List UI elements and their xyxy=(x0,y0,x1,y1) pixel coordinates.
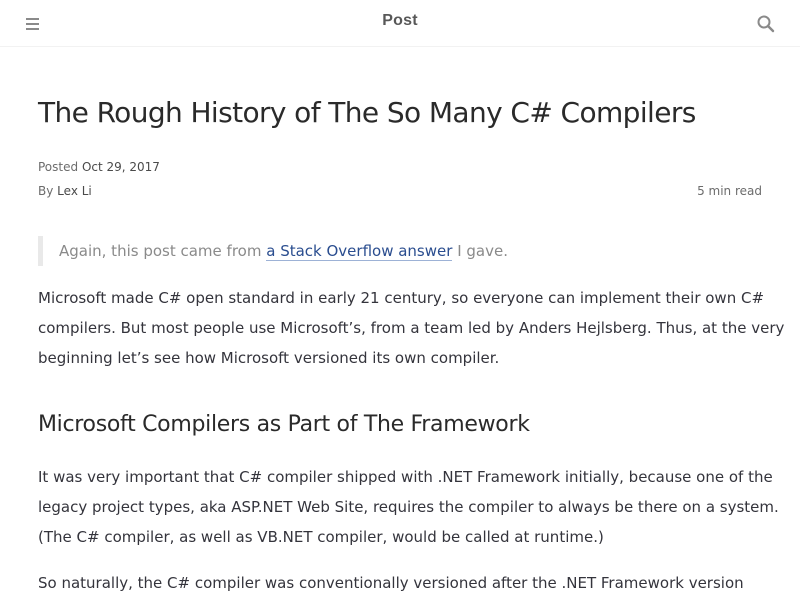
posted-date: Oct 29, 2017 xyxy=(81,160,160,174)
paragraph-line: compilers. But most people use Microsoft… xyxy=(38,319,785,337)
paragraph-line: (The C# compiler, as well as VB.NET comp… xyxy=(38,528,604,546)
paragraph-intro: Microsoft made C# open standard in early… xyxy=(38,283,785,373)
paragraph-framework: It was very important that C# compiler s… xyxy=(38,462,779,552)
post-date-meta: Posted Oct 29, 2017 xyxy=(38,160,160,174)
post-author-meta: By Lex Li xyxy=(38,184,92,198)
quote-text-after: I gave. xyxy=(457,242,508,260)
search-icon[interactable] xyxy=(756,14,776,34)
author-name: Lex Li xyxy=(57,184,92,198)
paragraph-versioning: So naturally, the C# compiler was conven… xyxy=(38,568,762,598)
top-bar: Post xyxy=(0,0,800,47)
post-title: The Rough History of The So Many C# Comp… xyxy=(38,96,696,129)
stack-overflow-answer-link[interactable]: a Stack Overflow answer xyxy=(266,242,453,261)
read-time: 5 min read xyxy=(697,184,762,198)
paragraph-line: beginning let’s see how Microsoft versio… xyxy=(38,349,500,367)
paragraph-line: It was very important that C# compiler s… xyxy=(38,468,773,486)
by-label: By xyxy=(38,184,54,198)
paragraph-line: So naturally, the C# compiler was conven… xyxy=(38,574,744,592)
posted-label: Posted xyxy=(38,160,79,174)
paragraph-line: Microsoft made C# open standard in early… xyxy=(38,289,765,307)
quote-text-before: Again, this post came from xyxy=(59,242,262,260)
section-heading: Microsoft Compilers as Part of The Frame… xyxy=(38,412,530,437)
intro-blockquote: Again, this post came from a Stack Overf… xyxy=(38,236,762,266)
page-title: Post xyxy=(382,12,418,29)
paragraph-line: legacy project types, aka ASP.NET Web Si… xyxy=(38,498,779,516)
